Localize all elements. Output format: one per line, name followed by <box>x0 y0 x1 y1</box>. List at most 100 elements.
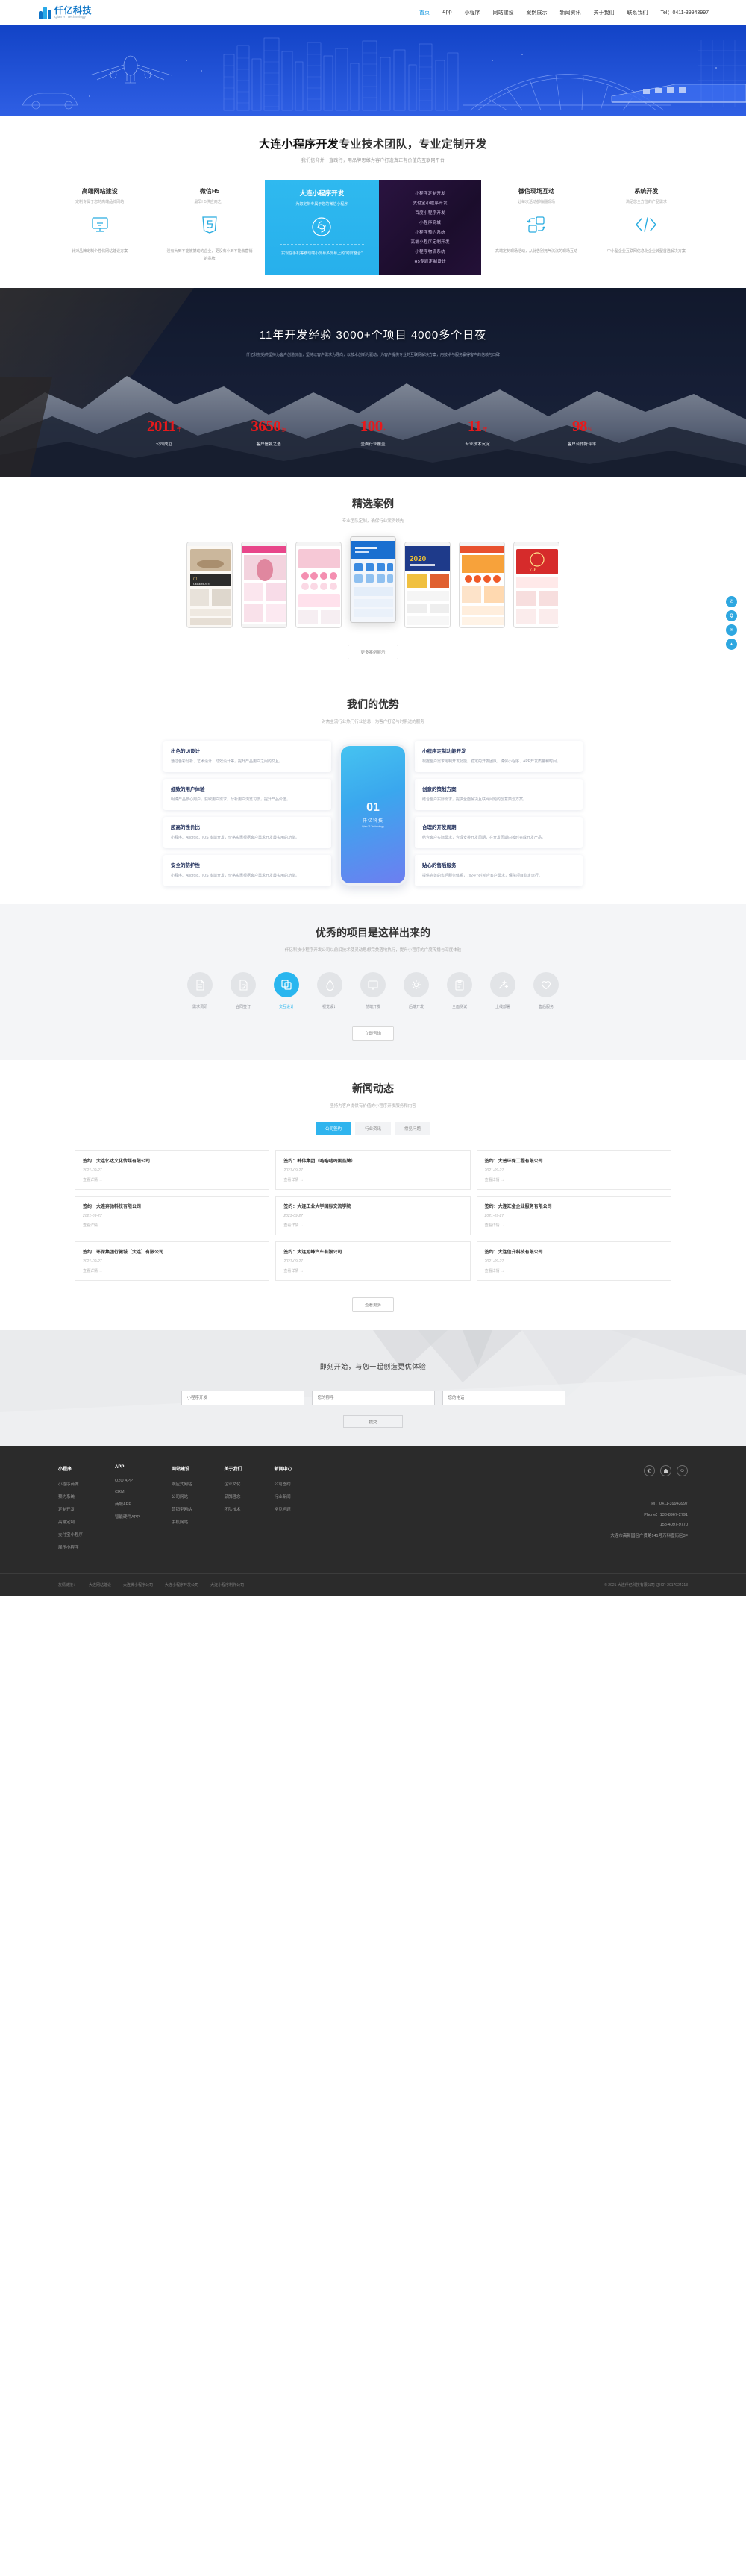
service-card-interaction[interactable]: 微信现场互动 让每次活动都嗨翻现场 高端定制现场活动，从此告别死气沉沉的现场互动 <box>481 180 591 275</box>
dark-list-item-0[interactable]: 小程序定制开发 <box>383 190 477 196</box>
service-card-system[interactable]: 系统开发 满足您全方位的产品需求 中小型企业互联网信息化企业转型首选解决方案 <box>592 180 701 275</box>
service-card-website[interactable]: 高端网站建设 定制专属于您的高端品牌网站 针对品牌定制个性化网站建设方案 <box>45 180 154 275</box>
news-card[interactable]: 签约：大连旭峰汽车有限公司 2021-09-27 查看详情 → <box>275 1241 471 1281</box>
case-card[interactable] <box>350 536 396 623</box>
footer-link[interactable]: 展示小程序 <box>58 1544 83 1550</box>
case-card[interactable] <box>241 542 287 628</box>
footer-link[interactable]: 行业新闻 <box>275 1494 292 1499</box>
service-card-h5[interactable]: 微信H5 最早H5供应商之一 没有大到不能被撼动的企业，更没有小到不能去营销的品… <box>154 180 264 275</box>
dark-list-item-3[interactable]: 小程序商城 <box>383 219 477 225</box>
advantage-card[interactable]: 细致的用户体验 明确产品核心用户，获取用户需求，分析用户浏览习惯，提升产品价值。 <box>163 779 331 810</box>
process-consult-button[interactable]: 立即咨询 <box>351 1026 394 1041</box>
advantage-card[interactable]: 出色的UI设计 通过色彩分析、艺术设计、动效设计等，提升产品用户之间的交互。 <box>163 741 331 772</box>
tab-industry-news[interactable]: 行业资讯 <box>354 1122 391 1135</box>
process-step-deploy[interactable]: 上线部署 <box>486 972 519 1009</box>
advantage-card[interactable]: 安全的防护性 小程序、Android、iOS 多端开发，价格实惠根据客户需求开发… <box>163 855 331 886</box>
case-card[interactable]: 2020 <box>404 542 451 628</box>
advantage-card[interactable]: 合理的开发周期 结合客户实际需求，合理安排开发周期，在开发周期内按时完成开发产品… <box>415 817 583 848</box>
phone-icon[interactable]: ✆ <box>726 596 737 607</box>
qq-icon[interactable]: ☺ <box>677 1465 688 1476</box>
case-card[interactable]: VIP <box>513 542 560 628</box>
news-card[interactable]: 签约：大连信升科技有限公司 2021-09-27 查看详情 → <box>476 1241 671 1281</box>
case-card[interactable] <box>295 542 342 628</box>
friend-link[interactable]: 大连小程序开发公司 <box>165 1582 198 1588</box>
news-card[interactable]: 签约：大连奔驰科技有限公司 2021-09-27 查看详情 → <box>75 1196 270 1235</box>
footer-link[interactable]: 定制开发 <box>58 1506 83 1512</box>
news-card-readmore[interactable]: 查看详情 → <box>283 1268 462 1273</box>
nav-item-contact[interactable]: 联系我们 <box>627 9 648 16</box>
nav-item-about[interactable]: 关于我们 <box>594 9 615 16</box>
process-step-research[interactable]: 需求调研 <box>184 972 216 1009</box>
nav-item-home[interactable]: 首页 <box>419 9 430 16</box>
wechat-icon[interactable]: ✉ <box>726 624 737 636</box>
dark-list-item-2[interactable]: 百度小程序开发 <box>383 210 477 216</box>
process-step-support[interactable]: 售后服务 <box>530 972 562 1009</box>
service-card-miniprogram[interactable]: 大连小程序开发 为您定制专属于您的微信小程序 实现在手机等移动端小屏幕多屏幕上的… <box>264 180 379 275</box>
news-card[interactable]: 签约：环保集团行健城（大连）有限公司 2021-09-27 查看详情 → <box>75 1241 270 1281</box>
news-card-readmore[interactable]: 查看详情 → <box>83 1268 261 1273</box>
advantage-card[interactable]: 创意的策划方案 结合客户实际需求，提供全面解决互联网问题的创意策划方案。 <box>415 779 583 810</box>
news-card[interactable]: 签约：韩伟集团（咯咯哒鸡蛋品牌） 2021-09-27 查看详情 → <box>275 1150 471 1190</box>
tab-company-signings[interactable]: 公司签约 <box>315 1122 351 1135</box>
process-step-visual[interactable]: 视觉设计 <box>313 972 346 1009</box>
footer-link[interactable]: 品牌理念 <box>225 1494 242 1499</box>
news-card-readmore[interactable]: 查看详情 → <box>283 1223 462 1228</box>
dark-list-item-5[interactable]: 高端小程序定制开发 <box>383 239 477 245</box>
qq-icon[interactable]: Q <box>726 610 737 621</box>
advantage-card[interactable]: 贴心的售后服务 提供完善的售后服务体系，7x24小时响应客户需求，保障项目稳定运… <box>415 855 583 886</box>
advantage-card[interactable]: 小程序定制功能开发 根据客户需求定制开发功能，稳定的开发团队，确保小程序、APP… <box>415 741 583 772</box>
footer-link[interactable]: 支付宝小程序 <box>58 1532 83 1538</box>
footer-link[interactable]: 响应式网站 <box>172 1481 192 1487</box>
floating-side-toolbar[interactable]: ✆ Q ✉ ▲ <box>726 596 737 650</box>
news-card-readmore[interactable]: 查看详情 → <box>283 1177 462 1182</box>
footer-link[interactable]: 企业文化 <box>225 1481 242 1487</box>
dark-list-item-1[interactable]: 支付宝小程序开发 <box>383 200 477 206</box>
footer-link[interactable]: O2O APP <box>115 1479 140 1483</box>
friend-link[interactable]: 大连小程序制作公司 <box>210 1582 244 1588</box>
service-card-dark-list[interactable]: 小程序定制开发 支付宝小程序开发 百度小程序开发 小程序商城 小程序预约系统 高… <box>379 180 482 275</box>
weibo-icon[interactable]: ☗ <box>660 1465 671 1476</box>
news-card-readmore[interactable]: 查看详情 → <box>485 1223 663 1228</box>
news-card[interactable]: 签约：大连汇金企业服务有限公司 2021-09-27 查看详情 → <box>476 1196 671 1235</box>
submit-button[interactable]: 提交 <box>343 1415 403 1428</box>
back-to-top-icon[interactable]: ▲ <box>726 639 737 650</box>
friend-link[interactable]: 大连微小程序公司 <box>123 1582 153 1588</box>
process-step-testing[interactable]: 全面测试 <box>443 972 476 1009</box>
footer-link[interactable]: 智能硬件APP <box>115 1514 140 1520</box>
footer-link[interactable]: 公司网站 <box>172 1494 192 1499</box>
nav-item-website[interactable]: 网站建设 <box>493 9 514 16</box>
footer-link[interactable]: 团队技术 <box>225 1506 242 1512</box>
process-step-backend[interactable]: 后端开发 <box>400 972 433 1009</box>
footer-link[interactable]: 手机网站 <box>172 1519 192 1525</box>
phone-input[interactable] <box>442 1391 565 1405</box>
main-navigation[interactable]: 首页 App 小程序 网站建设 案例展示 新闻资讯 关于我们 联系我们 Tel：… <box>419 9 709 16</box>
footer-link[interactable]: 常见问题 <box>275 1506 292 1512</box>
nav-item-app[interactable]: App <box>442 10 451 15</box>
footer-link[interactable]: 公司签约 <box>275 1481 292 1487</box>
nav-item-news[interactable]: 新闻资讯 <box>560 9 581 16</box>
news-card-readmore[interactable]: 查看详情 → <box>485 1268 663 1273</box>
footer-link[interactable]: CRM <box>115 1490 140 1494</box>
footer-link[interactable]: 小程序商城 <box>58 1481 83 1487</box>
dark-list-item-7[interactable]: H5专题定制设计 <box>383 258 477 264</box>
cases-more-button[interactable]: 更多案例展示 <box>348 645 398 659</box>
footer-link[interactable]: 高端定制 <box>58 1519 83 1525</box>
process-step-interaction[interactable]: 交互设计 <box>270 972 303 1009</box>
news-card-readmore[interactable]: 查看详情 → <box>83 1223 261 1228</box>
case-card[interactable]: 01 CEREMONY <box>186 542 233 628</box>
process-step-frontend[interactable]: 前端开发 <box>357 972 389 1009</box>
dark-list-item-6[interactable]: 小程序物流系统 <box>383 248 477 254</box>
footer-link[interactable]: 营销型网站 <box>172 1506 192 1512</box>
news-card-readmore[interactable]: 查看详情 → <box>83 1177 261 1182</box>
site-logo[interactable]: 仟亿科技 Qian Yi Technology <box>39 5 92 19</box>
nav-item-miniprogram[interactable]: 小程序 <box>465 9 480 16</box>
tab-faq[interactable]: 常见问题 <box>395 1122 431 1135</box>
service-type-input[interactable] <box>181 1391 304 1405</box>
footer-link[interactable]: 预约系统 <box>58 1494 83 1499</box>
advantage-card[interactable]: 超高的性价比 小程序、Android、iOS 多端开发，价格实惠根据客户需求开发… <box>163 817 331 848</box>
news-card[interactable]: 签约：大连工业大学国际交流学院 2021-09-27 查看详情 → <box>275 1196 471 1235</box>
news-card[interactable]: 签约：大连亿达文化传媒有限公司 2021-09-27 查看详情 → <box>75 1150 270 1190</box>
process-step-contract[interactable]: 合同签订 <box>227 972 260 1009</box>
news-card-readmore[interactable]: 查看详情 → <box>485 1177 663 1182</box>
footer-link[interactable]: 商城APP <box>115 1501 140 1507</box>
